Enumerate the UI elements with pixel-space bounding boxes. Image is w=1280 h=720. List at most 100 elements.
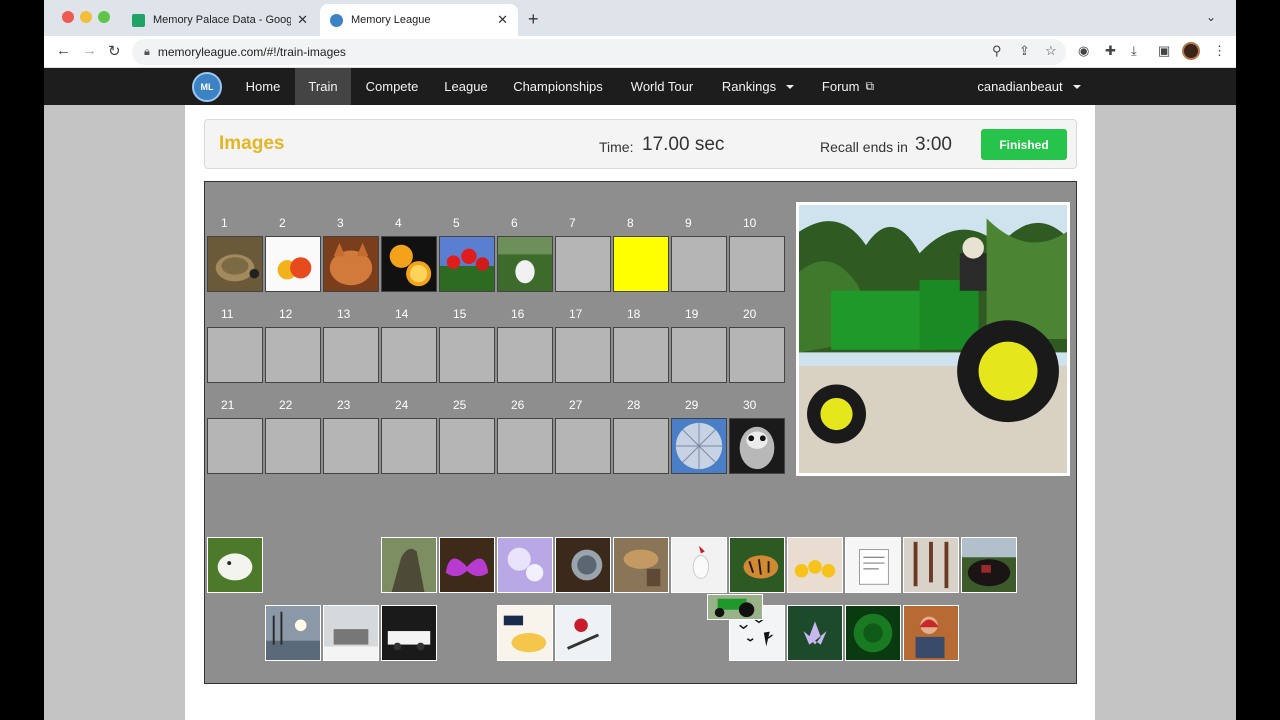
- url-text: memoryleague.com/#!/train-images: [157, 45, 346, 59]
- download-icon[interactable]: ⤓: [1131, 43, 1137, 59]
- answer-slot-red-tulips[interactable]: [439, 236, 495, 292]
- answer-slot[interactable]: [323, 418, 379, 474]
- extension-circle-icon[interactable]: ◉: [1078, 43, 1089, 59]
- pool-image-coconut-ball[interactable]: [555, 537, 611, 593]
- time-value: 17.00 sec: [642, 134, 725, 155]
- answer-slot[interactable]: [497, 327, 553, 383]
- answer-slot[interactable]: [265, 418, 321, 474]
- nav-rankings[interactable]: Rankings: [710, 68, 806, 105]
- answer-slot[interactable]: [323, 327, 379, 383]
- slot-number: 9: [685, 216, 692, 230]
- answer-slot[interactable]: [671, 236, 727, 292]
- slot-number: 8: [627, 216, 634, 230]
- more-menu-icon[interactable]: ⋮: [1213, 43, 1226, 59]
- browser-toolbar: ← → ↻ 🔒︎ memoryleague.com/#!/train-image…: [44, 36, 1236, 68]
- bookmark-star-icon[interactable]: ☆: [1045, 43, 1057, 59]
- answer-slot-apples[interactable]: [265, 236, 321, 292]
- pool-image-bubble-light[interactable]: [497, 537, 553, 593]
- pool-image-tiger-fern[interactable]: [729, 537, 785, 593]
- close-tab-icon[interactable]: ✕: [497, 12, 508, 28]
- answer-slot-orange-cat[interactable]: [323, 236, 379, 292]
- forward-arrow-icon[interactable]: →: [82, 42, 97, 59]
- side-panel-icon[interactable]: ▣: [1158, 43, 1170, 59]
- nav-train[interactable]: Train: [295, 68, 351, 105]
- slot-number: 13: [337, 307, 351, 321]
- pool-image-rubber-ducks[interactable]: [787, 537, 843, 593]
- answer-slot[interactable]: [207, 418, 263, 474]
- pool-image-car-snow[interactable]: [323, 605, 379, 661]
- answer-slot[interactable]: [265, 327, 321, 383]
- training-header: Images Time: 17.00 sec Recall ends in 3:…: [204, 119, 1077, 169]
- recall-label: Recall ends in: [820, 139, 908, 155]
- answer-slot-parachute[interactable]: [671, 418, 727, 474]
- slot-number: 28: [627, 398, 641, 412]
- answer-slot-orange-slices[interactable]: [381, 236, 437, 292]
- back-arrow-icon[interactable]: ←: [56, 42, 71, 59]
- answer-slot-white-dog[interactable]: [497, 236, 553, 292]
- answer-slot[interactable]: [613, 418, 669, 474]
- answer-slot[interactable]: [207, 327, 263, 383]
- answer-slot[interactable]: [729, 327, 785, 383]
- answer-slot[interactable]: [671, 327, 727, 383]
- close-window-button[interactable]: [62, 11, 74, 23]
- share-icon[interactable]: ⇪: [1019, 43, 1030, 59]
- close-tab-icon[interactable]: ✕: [297, 12, 308, 28]
- slot-number: 23: [337, 398, 351, 412]
- tab-memory-palace-data[interactable]: Memory Palace Data - Google ✕: [122, 4, 318, 36]
- tab-memory-league[interactable]: Memory League ✕: [320, 4, 518, 36]
- answer-slot-falcon[interactable]: [729, 418, 785, 474]
- pool-image-old-woman[interactable]: [903, 605, 959, 661]
- answer-slot[interactable]: [555, 327, 611, 383]
- slot-number: 3: [337, 216, 344, 230]
- answer-slot[interactable]: [439, 418, 495, 474]
- pool-image-bmx-rider[interactable]: [555, 605, 611, 661]
- nav-championships[interactable]: Championships: [502, 68, 614, 105]
- address-bar[interactable]: 🔒︎ memoryleague.com/#!/train-images: [132, 39, 1066, 65]
- answer-slot[interactable]: [381, 327, 437, 383]
- pool-image-sports-car[interactable]: [381, 605, 437, 661]
- pool-image-hat-still-life[interactable]: [613, 537, 669, 593]
- pool-image-water-lily[interactable]: [787, 605, 843, 661]
- pool-image-chicken[interactable]: [671, 537, 727, 593]
- nav-compete[interactable]: Compete: [353, 68, 431, 105]
- tab-search-chevron-icon[interactable]: ⌄: [1206, 10, 1216, 24]
- pool-image-butterfly-wings[interactable]: [439, 537, 495, 593]
- new-tab-icon[interactable]: +: [528, 9, 539, 30]
- answer-slot-tortoise[interactable]: [207, 236, 263, 292]
- pool-image-paper-notes[interactable]: [845, 537, 901, 593]
- reload-icon[interactable]: ↻: [108, 42, 121, 60]
- answer-slot[interactable]: [729, 236, 785, 292]
- dragging-thumbnail-tractor[interactable]: [707, 594, 763, 620]
- memory-league-logo[interactable]: ML: [192, 72, 222, 102]
- pool-image-lake-trees[interactable]: [265, 605, 321, 661]
- answer-slot[interactable]: [381, 418, 437, 474]
- maximize-window-button[interactable]: [98, 11, 110, 23]
- answer-slot[interactable]: [439, 327, 495, 383]
- nav-world-tour[interactable]: World Tour: [616, 68, 708, 105]
- answer-slot[interactable]: [613, 236, 669, 292]
- nav-home[interactable]: Home: [234, 68, 292, 105]
- slot-number: 5: [453, 216, 460, 230]
- pool-image-green-tunnel[interactable]: [845, 605, 901, 661]
- finished-button[interactable]: Finished: [981, 129, 1067, 160]
- pool-image-lizard[interactable]: [381, 537, 437, 593]
- profile-avatar[interactable]: [1182, 42, 1200, 60]
- slot-number: 12: [279, 307, 293, 321]
- preview-image-green-tractor: [796, 202, 1070, 476]
- answer-slot[interactable]: [613, 327, 669, 383]
- zoom-icon[interactable]: ⚲: [992, 43, 1002, 59]
- pool-image-hamster[interactable]: [207, 537, 263, 593]
- pool-image-dessert[interactable]: [497, 605, 553, 661]
- external-link-icon: ⧉: [865, 79, 875, 93]
- site-navbar: ML Home Train Compete League Championshi…: [44, 68, 1236, 105]
- answer-slot[interactable]: [555, 236, 611, 292]
- answer-slot[interactable]: [497, 418, 553, 474]
- nav-forum[interactable]: Forum ⧉: [808, 68, 888, 105]
- pool-image-hanging-herbs[interactable]: [903, 537, 959, 593]
- nav-league[interactable]: League: [433, 68, 499, 105]
- answer-slot[interactable]: [555, 418, 611, 474]
- pool-image-black-bull[interactable]: [961, 537, 1017, 593]
- puzzle-extensions-icon[interactable]: ✚: [1105, 43, 1116, 59]
- minimize-window-button[interactable]: [80, 11, 92, 23]
- user-menu[interactable]: canadianbeaut: [969, 68, 1089, 105]
